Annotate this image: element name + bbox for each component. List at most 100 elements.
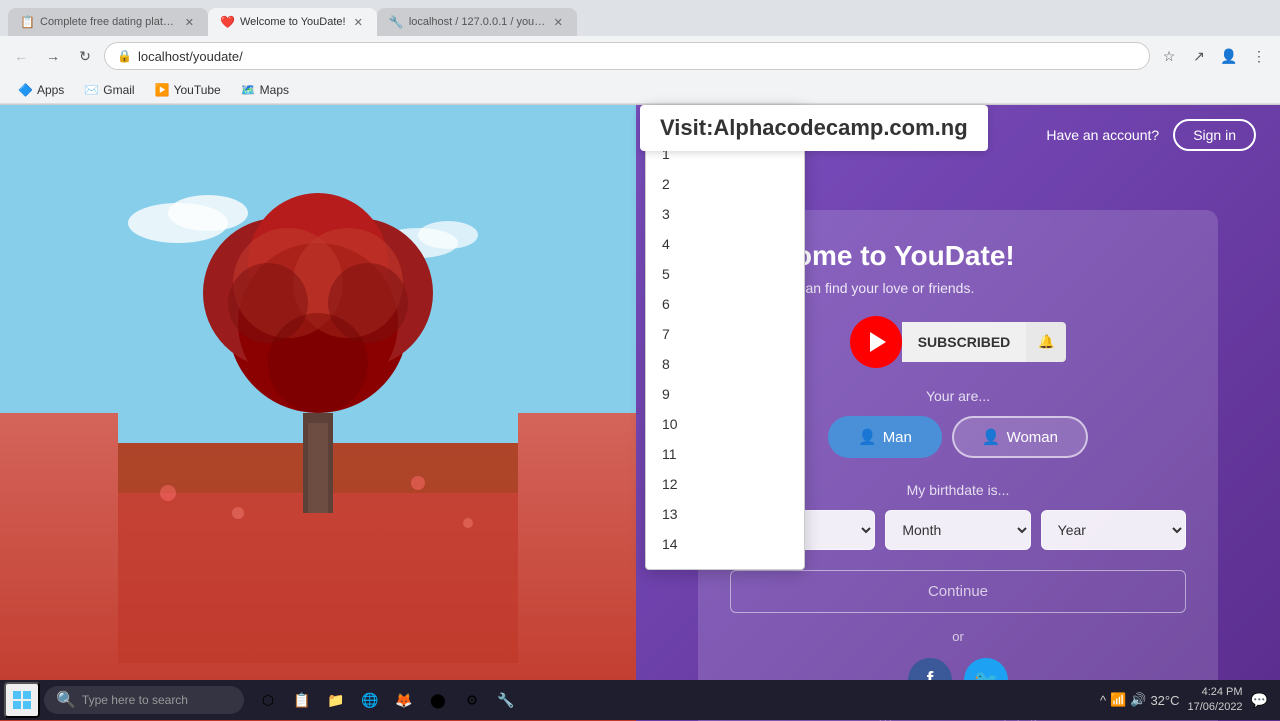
taskbar-app8[interactable]: 🔧 [490,684,522,716]
youtube-logo [850,316,902,368]
taskbar-search[interactable]: 🔍 [44,686,244,714]
system-tray-icons: ^ 📶 🔊 32°C [1100,692,1180,708]
sign-in-button[interactable]: Sign in [1173,119,1256,151]
or-divider: or [730,629,1186,644]
day-item-12[interactable]: 12 [646,469,804,499]
day-item-6[interactable]: 6 [646,289,804,319]
address-bar-row: ← → ↻ 🔒 localhost/youdate/ ☆ ↗ 👤 ⋮ [0,36,1280,76]
youtube-favicon: ▶️ [155,83,170,97]
bookmark-star-icon[interactable]: ☆ [1156,43,1182,69]
day-item-8[interactable]: 8 [646,349,804,379]
taskbar-explorer[interactable]: 📁 [320,684,352,716]
man-icon: 👤 [858,428,877,446]
taskbar-edge[interactable]: 🌐 [354,684,386,716]
taskbar-time: 4:24 PM 17/06/2022 [1188,685,1243,716]
windows-logo [13,691,31,709]
day-item-5[interactable]: 5 [646,259,804,289]
tab-1[interactable]: 📋 Complete free dating platform 5 ✕ [8,8,208,36]
maps-label: Maps [260,83,289,97]
taskbar: 🔍 ⬡ 📋 📁 🌐 🦊 ⬤ ⚙ 🔧 ^ 📶 🔊 32°C 4:24 PM 17/… [0,680,1280,720]
tab3-favicon: 🔧 [389,15,403,29]
taskbar-icons: ⬡ 📋 📁 🌐 🦊 ⬤ ⚙ 🔧 [252,684,522,716]
toolbar-icons: ☆ ↗ 👤 ⋮ [1156,43,1272,69]
forward-button[interactable]: → [40,43,66,69]
day-item-3[interactable]: 3 [646,199,804,229]
day-item-15[interactable]: 15 [646,559,804,569]
tab2-label: Welcome to YouDate! [240,16,346,28]
lock-icon: 🔒 [117,49,132,63]
tab3-close[interactable]: ✕ [552,14,565,31]
page-content: YouDate Have an account? Sign in Welcome… [0,105,1280,721]
tab1-favicon: 📋 [20,15,34,29]
day-dropdown[interactable]: Day 123456789101112131415161718192021222… [645,105,805,570]
address-text: localhost/youdate/ [138,49,1137,64]
taskbar-cortana[interactable]: ⬡ [252,684,284,716]
day-item-2[interactable]: 2 [646,169,804,199]
visit-banner: Visit:Alphacodecamp.com.ng [640,105,988,151]
network-icon[interactable]: 📶 [1110,692,1126,708]
volume-icon[interactable]: 🔊 [1130,692,1146,708]
back-button[interactable]: ← [8,43,34,69]
day-item-4[interactable]: 4 [646,229,804,259]
man-button[interactable]: 👤 Man [828,416,942,458]
day-item-7[interactable]: 7 [646,319,804,349]
tab-bar: 📋 Complete free dating platform 5 ✕ ❤️ W… [0,0,1280,36]
heart-tree-svg [68,163,568,663]
youtube-label: YouTube [174,83,221,97]
month-select[interactable]: Month JanuaryFebruaryMarchAprilMayJuneJu… [885,510,1030,550]
day-item-9[interactable]: 9 [646,379,804,409]
taskbar-right: ^ 📶 🔊 32°C 4:24 PM 17/06/2022 💬 [1100,685,1276,716]
apps-favicon: 🔷 [18,83,33,97]
woman-icon: 👤 [982,428,1001,446]
tab-3[interactable]: 🔧 localhost / 127.0.0.1 / youdate... ✕ [377,8,577,36]
search-icon: 🔍 [56,690,76,710]
day-item-14[interactable]: 14 [646,529,804,559]
youtube-play-icon [870,332,886,352]
tab3-label: localhost / 127.0.0.1 / youdate... [409,16,546,28]
taskbar-taskview[interactable]: 📋 [286,684,318,716]
reload-button[interactable]: ↻ [72,43,98,69]
bookmark-youtube[interactable]: ▶️ YouTube [147,80,229,100]
gmail-favicon: ✉️ [84,83,99,97]
bookmarks-bar: 🔷 Apps ✉️ Gmail ▶️ YouTube 🗺️ Maps [0,76,1280,104]
year-select[interactable]: Year 20222021202020192018201720162015201… [1041,510,1186,550]
taskbar-firefox[interactable]: 🦊 [388,684,420,716]
continue-button[interactable]: Continue [730,570,1186,613]
gmail-label: Gmail [103,83,134,97]
woman-button[interactable]: 👤 Woman [952,416,1088,458]
tab2-favicon: ❤️ [220,15,234,29]
day-item-13[interactable]: 13 [646,499,804,529]
header-right: Have an account? Sign in [1046,119,1256,151]
share-icon[interactable]: ↗ [1186,43,1212,69]
tab2-close[interactable]: ✕ [352,14,365,31]
day-item-11[interactable]: 11 [646,439,804,469]
day-dropdown-list: 1234567891011121314151617181920212223242… [646,139,804,569]
taskbar-search-input[interactable] [82,693,222,707]
start-button[interactable] [4,682,40,718]
clock-time: 4:24 PM [1188,685,1243,700]
notification-icon[interactable]: 💬 [1251,692,1268,709]
taskbar-chrome[interactable]: ⬤ [422,684,454,716]
bookmark-gmail[interactable]: ✉️ Gmail [76,80,142,100]
tab1-label: Complete free dating platform 5 [40,16,177,28]
browser-chrome: 📋 Complete free dating platform 5 ✕ ❤️ W… [0,0,1280,105]
maps-favicon: 🗺️ [241,83,256,97]
day-item-10[interactable]: 10 [646,409,804,439]
man-label: Man [883,429,912,446]
subscribed-button[interactable]: SUBSCRIBED [902,322,1027,362]
bell-button[interactable]: 🔔 [1026,322,1066,362]
clock-date: 17/06/2022 [1188,700,1243,715]
bookmark-apps[interactable]: 🔷 Apps [10,80,72,100]
heart-tree [0,105,636,721]
address-bar[interactable]: 🔒 localhost/youdate/ [104,42,1150,70]
chevron-icon[interactable]: ^ [1100,693,1106,708]
profile-icon[interactable]: 👤 [1216,43,1242,69]
menu-icon[interactable]: ⋮ [1246,43,1272,69]
taskbar-app7[interactable]: ⚙ [456,684,488,716]
tab1-close[interactable]: ✕ [183,14,196,31]
woman-label: Woman [1007,429,1058,446]
tab-2[interactable]: ❤️ Welcome to YouDate! ✕ [208,8,377,36]
bookmark-maps[interactable]: 🗺️ Maps [233,80,297,100]
temp-icon: 32°C [1150,693,1179,708]
apps-label: Apps [37,83,64,97]
